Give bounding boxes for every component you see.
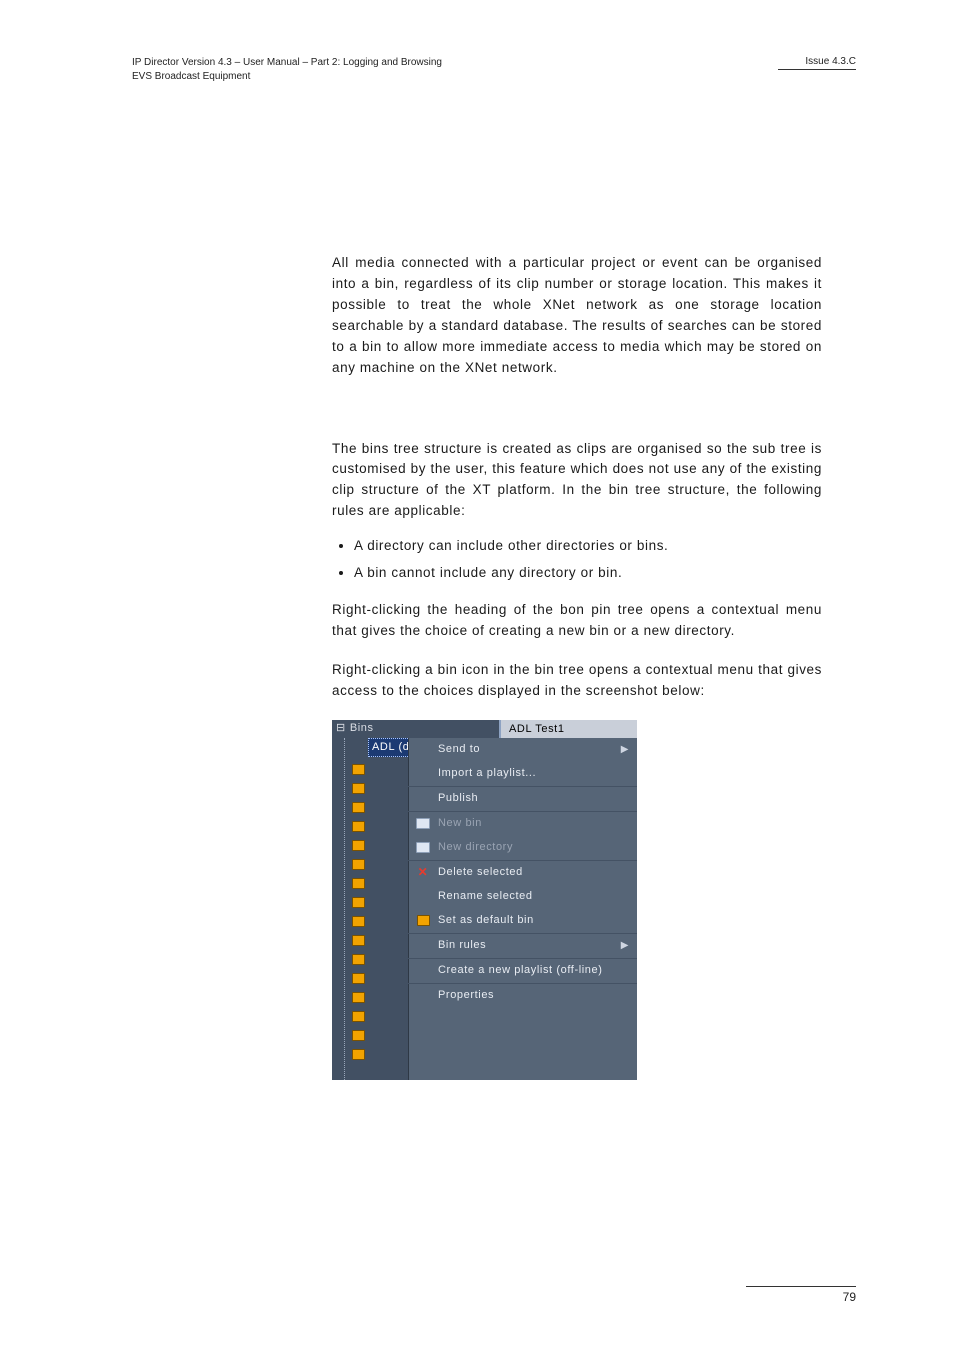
- folder-icon: [414, 840, 432, 856]
- menu-set-default-bin[interactable]: Set as default bin: [408, 909, 637, 933]
- menu-label: Publish: [438, 790, 478, 807]
- paragraph-1: All media connected with a particular pr…: [332, 253, 822, 379]
- rules-list: A directory can include other directorie…: [332, 536, 822, 584]
- body-content: All media connected with a particular pr…: [332, 253, 822, 1080]
- bin-icon: [352, 802, 365, 813]
- rule-item: A bin cannot include any directory or bi…: [354, 563, 822, 584]
- bin-icon: [352, 992, 365, 1003]
- issue-underline: [778, 69, 856, 70]
- menu-label: New directory: [438, 839, 513, 856]
- menu-label: Bin rules: [438, 937, 486, 954]
- page-footer: 79: [746, 1286, 856, 1304]
- screenshot-figure: ⊟ Bins ADL (default): [332, 720, 637, 1080]
- bin-icon: [352, 897, 365, 908]
- menu-label: Rename selected: [438, 888, 533, 905]
- bin-icon: [352, 973, 365, 984]
- bin-icon: [352, 1049, 365, 1060]
- header-right: Issue 4.3.C: [778, 56, 856, 70]
- issue-label: Issue 4.3.C: [778, 56, 856, 67]
- paragraph-2: The bins tree structure is created as cl…: [332, 439, 822, 523]
- blank-icon: [414, 963, 432, 979]
- menu-label: Send to: [438, 741, 480, 758]
- page-header: IP Director Version 4.3 – User Manual – …: [132, 56, 856, 83]
- menu-rename-selected[interactable]: Rename selected: [408, 885, 637, 909]
- blank-icon: [414, 889, 432, 905]
- tree-guide-line: [344, 738, 345, 1080]
- menu-send-to[interactable]: Send to ▶: [408, 738, 637, 762]
- menu-create-playlist-offline[interactable]: Create a new playlist (off-line): [408, 958, 637, 983]
- menu-label: Create a new playlist (off-line): [438, 962, 603, 979]
- bin-tree[interactable]: ADL (default): [332, 738, 408, 1080]
- folder-icon: [414, 816, 432, 832]
- context-menu: ADL Test1 Send to ▶ Import a playlist...…: [408, 738, 637, 1080]
- paragraph-3: Right-clicking the heading of the bon pi…: [332, 600, 822, 642]
- bin-icon: [352, 954, 365, 965]
- blank-icon: [414, 938, 432, 954]
- tree-root-text: Bins: [350, 720, 374, 737]
- paragraph-4: Right-clicking a bin icon in the bin tre…: [332, 660, 822, 702]
- bin-icon: [352, 783, 365, 794]
- menu-label: Delete selected: [438, 864, 523, 881]
- panel-title: ADL Test1: [499, 720, 637, 738]
- menu-properties[interactable]: Properties: [408, 983, 637, 1008]
- bin-icon: [352, 821, 365, 832]
- menu-label: Set as default bin: [438, 912, 534, 929]
- menu-label: Properties: [438, 987, 494, 1004]
- page-number: 79: [746, 1290, 856, 1304]
- menu-bin-rules[interactable]: Bin rules ▶: [408, 933, 637, 958]
- bin-icon: [352, 859, 365, 870]
- blank-icon: [414, 766, 432, 782]
- footer-rule: [746, 1286, 856, 1287]
- bin-icon: [352, 764, 365, 775]
- bin-icon: [352, 878, 365, 889]
- blank-icon: [414, 988, 432, 1004]
- blank-icon: [414, 742, 432, 758]
- submenu-arrow-icon: ▶: [621, 742, 629, 758]
- bin-icon: [352, 935, 365, 946]
- header-title: IP Director Version 4.3 – User Manual – …: [132, 56, 442, 70]
- bin-icon: [352, 916, 365, 927]
- bin-icon: [352, 1030, 365, 1041]
- menu-new-bin: New bin: [408, 811, 637, 836]
- bin-icon: [414, 913, 432, 929]
- blank-icon: [414, 791, 432, 807]
- menu-new-directory: New directory: [408, 836, 637, 860]
- bin-icon: [352, 1011, 365, 1022]
- menu-label: New bin: [438, 815, 482, 832]
- delete-icon: ✕: [414, 865, 432, 881]
- menu-publish[interactable]: Publish: [408, 786, 637, 811]
- menu-label: Import a playlist...: [438, 765, 536, 782]
- header-subtitle: EVS Broadcast Equipment: [132, 70, 442, 84]
- rule-item: A directory can include other directorie…: [354, 536, 822, 557]
- menu-import-playlist[interactable]: Import a playlist...: [408, 762, 637, 786]
- submenu-arrow-icon: ▶: [621, 938, 629, 954]
- menu-delete-selected[interactable]: ✕ Delete selected: [408, 860, 637, 885]
- bin-icon: [352, 840, 365, 851]
- header-left: IP Director Version 4.3 – User Manual – …: [132, 56, 442, 83]
